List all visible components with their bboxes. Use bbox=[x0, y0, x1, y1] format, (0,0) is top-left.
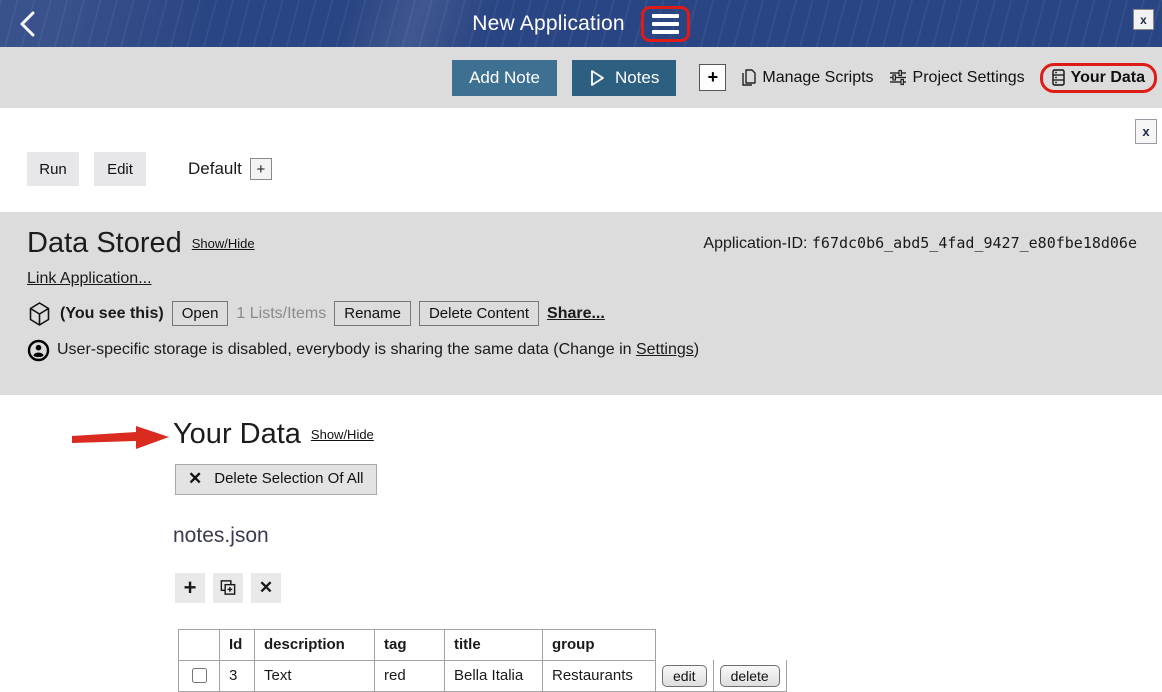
sliders-icon bbox=[889, 69, 907, 86]
project-settings-button[interactable]: Project Settings bbox=[889, 69, 1025, 87]
file-name: notes.json bbox=[173, 524, 1162, 548]
duplicate-row-button[interactable] bbox=[213, 573, 243, 603]
rename-button[interactable]: Rename bbox=[334, 301, 411, 326]
application-id: Application-ID: f67dc0b6_abd5_4fad_9427_… bbox=[703, 234, 1137, 253]
your-data-show-hide-link[interactable]: Show/Hide bbox=[311, 427, 374, 442]
data-stored-show-hide-link[interactable]: Show/Hide bbox=[192, 236, 255, 251]
storage-note-text: User-specific storage is disabled, every… bbox=[57, 341, 636, 358]
data-stored-section: Data Stored Show/Hide Application-ID: f6… bbox=[0, 212, 1162, 395]
application-id-value: f67dc0b6_abd5_4fad_9427_e80fbe18d06e bbox=[812, 234, 1137, 252]
row-checkbox[interactable] bbox=[192, 668, 207, 683]
your-data-button[interactable]: Your Data bbox=[1052, 69, 1145, 87]
your-data-section: Your Data Show/Hide ✕ Delete Selection O… bbox=[0, 395, 1162, 692]
scripts-icon bbox=[741, 69, 756, 87]
toolbar: Add Note Notes + Manage Scripts Project … bbox=[0, 47, 1162, 108]
notes-button-label: Notes bbox=[615, 68, 659, 88]
window-close-button[interactable]: x bbox=[1133, 9, 1154, 30]
application-id-label: Application-ID: bbox=[703, 235, 812, 252]
back-button[interactable] bbox=[12, 8, 44, 40]
menu-annotation-box bbox=[641, 6, 690, 42]
header-id: Id bbox=[220, 629, 255, 660]
header-checkbox-column bbox=[179, 629, 220, 660]
edit-row-button[interactable]: edit bbox=[662, 665, 707, 687]
hamburger-menu-icon[interactable] bbox=[652, 14, 679, 34]
you-see-this-label: (You see this) bbox=[60, 305, 164, 323]
play-icon bbox=[589, 69, 606, 87]
run-edit-row: Run Edit Default + bbox=[0, 108, 1162, 186]
cell-id: 3 bbox=[220, 660, 255, 691]
cell-description: Text bbox=[255, 660, 375, 691]
data-stored-heading: Data Stored bbox=[27, 228, 182, 260]
red-arrow-annotation bbox=[72, 424, 170, 452]
top-navigation-bar: New Application x bbox=[0, 0, 1162, 47]
copy-plus-icon bbox=[219, 578, 237, 597]
header-group: group bbox=[543, 629, 656, 660]
delete-row-button[interactable]: ✕ bbox=[251, 573, 281, 603]
default-tab-label: Default bbox=[188, 159, 242, 179]
add-script-button[interactable]: + bbox=[699, 64, 726, 91]
x-icon: ✕ bbox=[188, 469, 202, 489]
cell-tag: red bbox=[375, 660, 445, 691]
delete-row-entry-button[interactable]: delete bbox=[720, 665, 780, 687]
cube-icon bbox=[27, 301, 52, 327]
delete-content-button[interactable]: Delete Content bbox=[419, 301, 539, 326]
share-link[interactable]: Share... bbox=[547, 305, 605, 323]
user-icon bbox=[27, 339, 50, 362]
chevron-left-icon bbox=[17, 11, 39, 37]
add-row-button[interactable]: + bbox=[175, 573, 205, 603]
storage-note-close: ) bbox=[694, 341, 699, 358]
manage-scripts-label: Manage Scripts bbox=[762, 69, 873, 87]
edit-button[interactable]: Edit bbox=[94, 152, 146, 186]
lists-items-count: 1 Lists/Items bbox=[236, 305, 326, 323]
panel-close-button[interactable]: x bbox=[1135, 119, 1157, 144]
open-button[interactable]: Open bbox=[172, 301, 229, 326]
manage-scripts-button[interactable]: Manage Scripts bbox=[741, 69, 873, 87]
delete-selection-button[interactable]: ✕ Delete Selection Of All bbox=[175, 464, 377, 495]
header-tag: tag bbox=[375, 629, 445, 660]
notes-button[interactable]: Notes bbox=[572, 60, 676, 96]
page-title: New Application bbox=[472, 12, 624, 36]
app-control-panel: x Run Edit Default + bbox=[0, 108, 1162, 212]
cell-title: Bella Italia bbox=[445, 660, 543, 691]
cell-group: Restaurants bbox=[543, 660, 656, 691]
add-note-button[interactable]: Add Note bbox=[452, 60, 557, 96]
project-settings-label: Project Settings bbox=[913, 69, 1025, 87]
your-data-heading: Your Data bbox=[173, 419, 301, 451]
table-row: 3 Text red Bella Italia Restaurants edit… bbox=[179, 660, 787, 691]
delete-selection-label: Delete Selection Of All bbox=[214, 470, 363, 487]
storage-note: User-specific storage is disabled, every… bbox=[57, 341, 699, 359]
data-table: Id description tag title group 3 Text re… bbox=[178, 629, 787, 692]
database-icon bbox=[1052, 69, 1065, 86]
table-header-row: Id description tag title group bbox=[179, 629, 787, 660]
your-data-label: Your Data bbox=[1071, 69, 1145, 87]
link-application-link[interactable]: Link Application... bbox=[27, 270, 152, 288]
header-description: description bbox=[255, 629, 375, 660]
add-version-button[interactable]: + bbox=[250, 158, 272, 180]
your-data-annotation-box: Your Data bbox=[1040, 63, 1157, 93]
header-title: title bbox=[445, 629, 543, 660]
run-button[interactable]: Run bbox=[27, 152, 79, 186]
settings-link[interactable]: Settings bbox=[636, 341, 694, 358]
